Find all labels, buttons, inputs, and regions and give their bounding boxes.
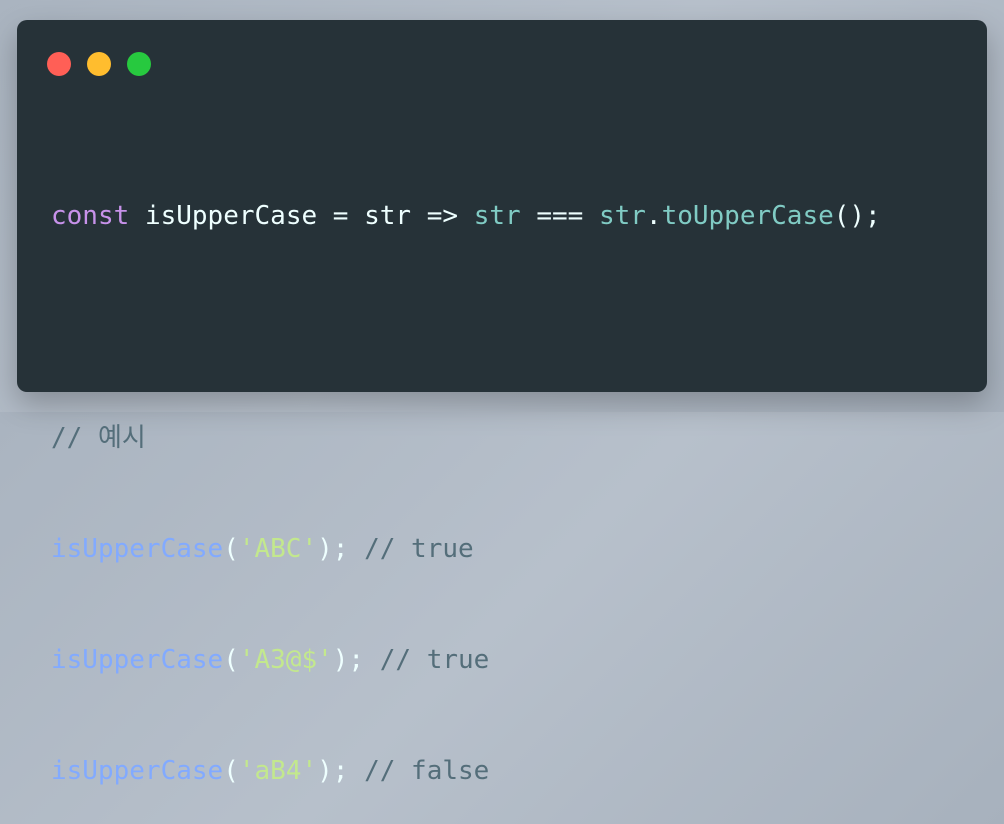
code-block: const isUpperCase = str => str === str.t… <box>51 124 881 824</box>
call-tail: (); <box>833 201 881 231</box>
comment-line: // 예시 <box>51 420 881 457</box>
comment: // 예시 <box>51 423 146 453</box>
open-paren: ( <box>223 645 239 675</box>
dot: . <box>645 201 662 231</box>
result-comment: // false <box>364 756 490 786</box>
example-line-3: isUpperCase('aB4'); // false <box>51 753 881 790</box>
close-paren: ); <box>317 534 349 564</box>
call-function: isUpperCase <box>51 645 224 675</box>
string-arg: 'aB4' <box>238 756 318 786</box>
keyword-const: const <box>51 201 130 231</box>
close-paren: ); <box>332 645 365 675</box>
minimize-dot-icon[interactable] <box>87 52 111 76</box>
param: str <box>364 201 412 231</box>
result-comment: // true <box>364 534 474 564</box>
assign-operator: = <box>332 201 349 231</box>
code-line-1: const isUpperCase = str => str === str.t… <box>51 198 881 235</box>
close-paren: ); <box>317 756 349 786</box>
function-name: isUpperCase <box>144 201 318 231</box>
arrow-operator: => <box>426 201 459 231</box>
open-paren: ( <box>223 756 239 786</box>
close-dot-icon[interactable] <box>47 52 71 76</box>
param-ref: str <box>473 201 521 231</box>
method-name: toUpperCase <box>661 201 834 231</box>
code-window: const isUpperCase = str => str === str.t… <box>17 20 987 786</box>
call-function: isUpperCase <box>51 534 224 564</box>
call-function: isUpperCase <box>51 756 224 786</box>
open-paren: ( <box>223 534 239 564</box>
string-arg: 'A3@$' <box>238 645 333 675</box>
example-line-1: isUpperCase('ABC'); // true <box>51 531 881 568</box>
object-ref: str <box>598 201 646 231</box>
window-controls <box>47 52 151 76</box>
strict-equal-operator: === <box>536 201 584 231</box>
result-comment: // true <box>379 645 490 675</box>
example-line-2: isUpperCase('A3@$'); // true <box>51 642 881 679</box>
maximize-dot-icon[interactable] <box>127 52 151 76</box>
string-arg: 'ABC' <box>238 534 318 564</box>
